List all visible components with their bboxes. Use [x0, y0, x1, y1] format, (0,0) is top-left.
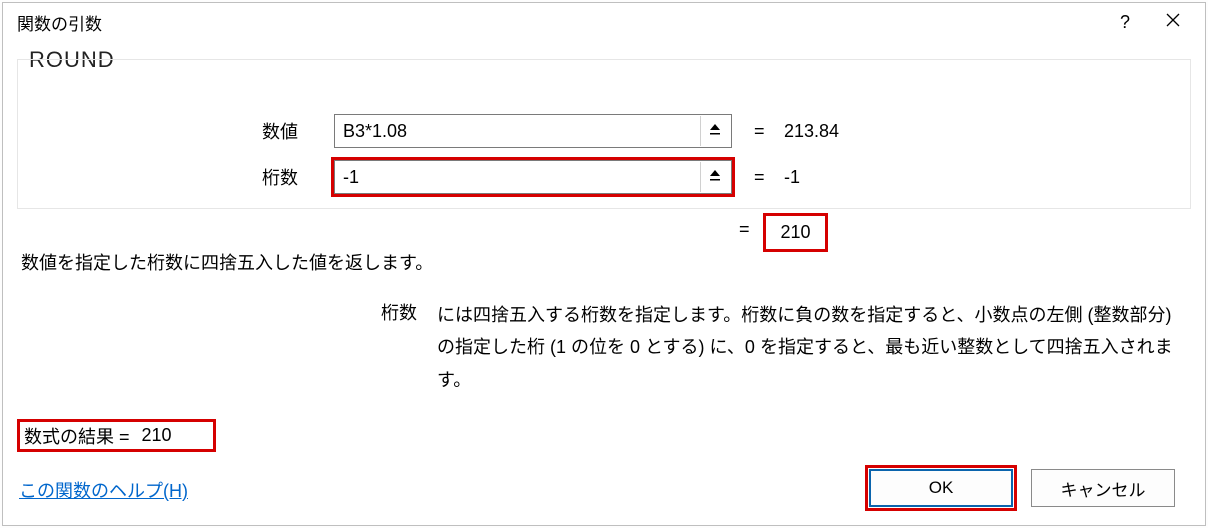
arg-description-text: には四捨五入する桁数を指定します。桁数に負の数を指定すると、小数点の左側 (整数… — [437, 299, 1187, 396]
intermediate-result: 210 — [763, 213, 828, 252]
range-select-icon — [707, 121, 723, 142]
ok-button[interactable]: OK — [869, 469, 1013, 507]
formula-result-label: 数式の結果 = — [24, 423, 130, 449]
equals-sign: = — [754, 167, 765, 188]
collapse-dialog-button-digits[interactable] — [700, 162, 729, 192]
arg-row-number: 数値 = 213.84 — [18, 112, 1190, 150]
range-select-icon — [707, 167, 723, 188]
equals-sign: = — [754, 121, 765, 142]
arg-label-number: 数値 — [98, 118, 298, 144]
cancel-button[interactable]: キャンセル — [1031, 469, 1175, 507]
arg-eval-digits: -1 — [784, 167, 800, 188]
intermediate-result-value: 210 — [780, 222, 810, 243]
arg-eval-number: 213.84 — [784, 121, 839, 142]
arg-input-number[interactable] — [335, 121, 700, 142]
arg-label-digits: 桁数 — [98, 164, 298, 190]
help-link[interactable]: この関数のヘルプ(H) — [19, 477, 188, 503]
cancel-button-label: キャンセル — [1061, 476, 1146, 501]
formula-result: 数式の結果 = 210 — [17, 419, 216, 452]
arguments-group: 数値 = 213.84 桁数 — [17, 59, 1191, 209]
help-button[interactable]: ? — [1101, 4, 1149, 40]
close-button[interactable] — [1149, 4, 1197, 40]
equals-sign: = — [739, 219, 750, 240]
ok-button-label: OK — [929, 478, 954, 498]
question-icon: ? — [1120, 12, 1130, 33]
titlebar: 関数の引数 ? — [3, 3, 1205, 41]
function-description: 数値を指定した桁数に四捨五入した値を返します。 — [21, 249, 433, 275]
arg-input-wrap-number — [334, 114, 732, 148]
collapse-dialog-button-number[interactable] — [700, 116, 729, 146]
dialog-title: 関数の引数 — [17, 10, 1101, 35]
function-arguments-dialog: 関数の引数 ? ROUND 数値 = 213.84 — [2, 2, 1206, 526]
arg-input-wrap-digits — [334, 160, 732, 194]
arg-row-digits: 桁数 = -1 — [18, 158, 1190, 196]
arg-input-digits[interactable] — [335, 167, 700, 188]
close-icon — [1165, 12, 1181, 33]
arg-description-label: 桁数 — [381, 299, 417, 325]
formula-result-value: 210 — [142, 425, 172, 446]
